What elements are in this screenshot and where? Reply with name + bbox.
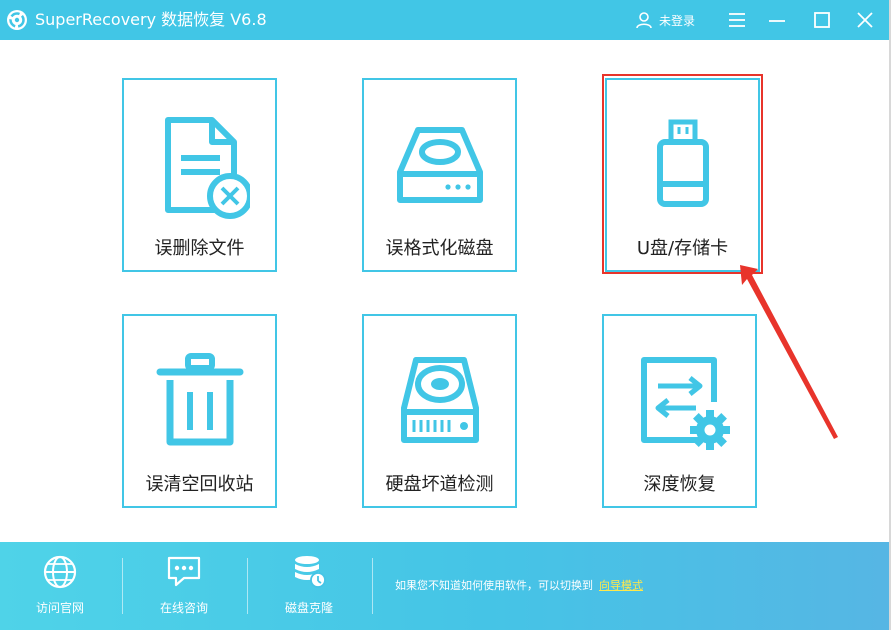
maximize-icon[interactable]	[811, 9, 833, 31]
deleted-file-icon	[164, 117, 250, 219]
chat-icon	[167, 556, 201, 587]
tile-label: 误删除文件	[154, 238, 245, 259]
guide-hint: 如果您不知道如何使用软件，可以切换到 向导模式	[395, 577, 643, 593]
globe-icon	[43, 555, 77, 589]
database-clone-icon	[295, 556, 326, 588]
app-logo-icon	[7, 10, 27, 30]
footer-divider	[372, 558, 373, 614]
footer-divider	[122, 558, 123, 614]
hard-drive-icon	[400, 357, 479, 443]
tile-deleted-files[interactable]: 误删除文件	[122, 78, 277, 272]
tile-bad-sector-check[interactable]: 硬盘坏道检测	[362, 314, 517, 508]
disk-clone-button[interactable]: 磁盘克隆	[249, 542, 369, 630]
tile-formatted-disk[interactable]: 误格式化磁盘	[362, 78, 517, 272]
tile-label: 误清空回收站	[145, 474, 254, 495]
online-consult-button[interactable]: 在线咨询	[124, 542, 244, 630]
visit-website-button[interactable]: 访问官网	[0, 542, 120, 630]
guide-hint-text: 如果您不知道如何使用软件，可以切换到	[395, 579, 593, 592]
guide-mode-link[interactable]: 向导模式	[599, 579, 643, 592]
deep-recovery-icon	[640, 357, 730, 450]
footer-bar: 访问官网 在线咨询 磁盘克隆 如果您不知道如何使用软件，可以切换到 向导模式	[0, 542, 889, 630]
trash-icon	[156, 353, 243, 446]
app-title: SuperRecovery 数据恢复 V6.8	[35, 10, 267, 29]
footer-label: 磁盘克隆	[284, 601, 333, 615]
close-icon[interactable]	[854, 9, 876, 31]
tile-recycle-bin[interactable]: 误清空回收站	[122, 314, 277, 508]
menu-icon[interactable]	[726, 9, 748, 31]
tile-label: 误格式化磁盘	[385, 238, 494, 259]
tile-label: 深度恢复	[643, 474, 716, 495]
user-icon	[636, 12, 652, 29]
login-label: 未登录	[659, 13, 696, 28]
tile-usb-storage[interactable]: U盘/存储卡	[605, 78, 760, 272]
footer-label: 在线咨询	[159, 601, 208, 615]
login-status[interactable]: 未登录	[635, 10, 695, 30]
footer-divider	[247, 558, 248, 614]
tile-label: 硬盘坏道检测	[385, 474, 494, 495]
disk-icon	[396, 127, 483, 203]
minimize-icon[interactable]	[766, 9, 788, 31]
tile-label: U盘/存储卡	[636, 238, 729, 259]
footer-label: 访问官网	[35, 601, 84, 615]
app-window: SuperRecovery 数据恢复 V6.8 未登录 误删除文件 误格式化磁盘…	[0, 0, 889, 630]
usb-drive-icon	[656, 119, 709, 207]
title-bar[interactable]: SuperRecovery 数据恢复 V6.8 未登录	[0, 0, 889, 40]
tile-deep-recovery[interactable]: 深度恢复	[602, 314, 757, 508]
